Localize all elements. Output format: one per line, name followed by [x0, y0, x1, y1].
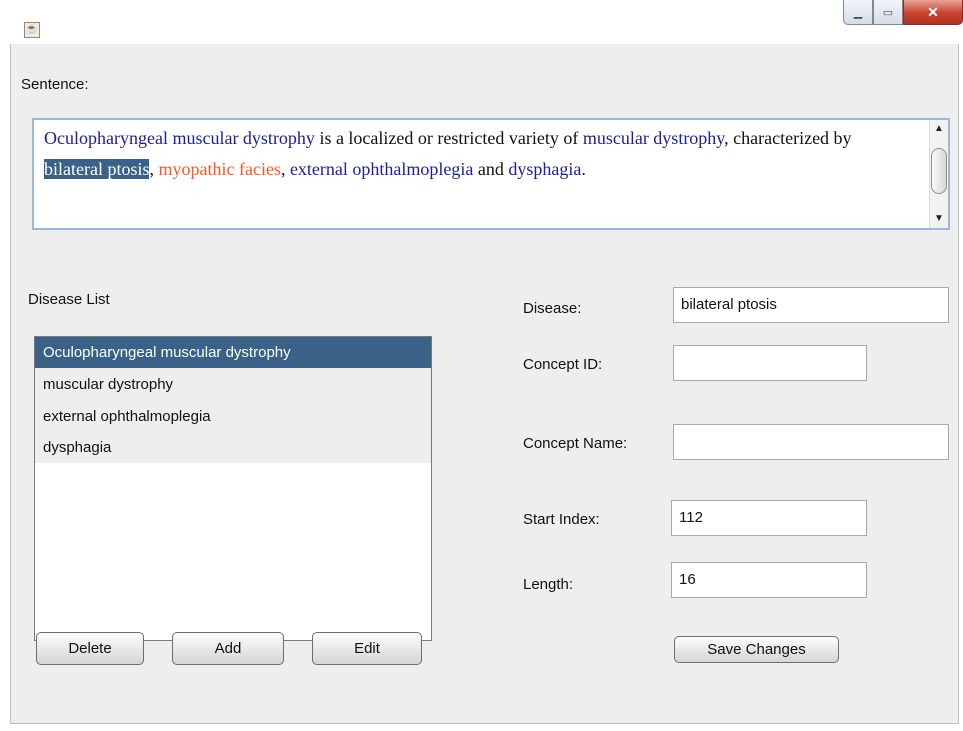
sentence-text-area[interactable]: Oculopharyngeal muscular dystrophy is a …	[32, 118, 950, 230]
entity-mention[interactable]: muscular dystrophy	[583, 128, 724, 148]
list-item[interactable]: Oculopharyngeal muscular dystrophy	[35, 337, 431, 368]
selected-mention[interactable]: bilateral ptosis	[44, 159, 150, 179]
sentence-fragment: is a localized or restricted variety of	[314, 128, 583, 148]
start-index-field[interactable]: 112	[671, 500, 867, 536]
start-index-label: Start Index:	[523, 511, 600, 528]
entity-mention[interactable]: Oculopharyngeal muscular dystrophy	[44, 128, 315, 148]
save-changes-button[interactable]: Save Changes	[674, 636, 839, 663]
scroll-up-icon[interactable]: ▲	[930, 120, 948, 138]
entity-mention[interactable]: dysphagia	[508, 159, 581, 179]
scroll-down-icon[interactable]: ▼	[930, 210, 948, 228]
concept-id-label: Concept ID:	[523, 356, 603, 373]
java-cup-icon: ☕	[24, 22, 40, 38]
concept-name-field[interactable]	[673, 424, 949, 460]
list-item[interactable]: dysphagia	[35, 432, 431, 463]
list-item[interactable]: external ophthalmoplegia	[35, 401, 431, 432]
add-button[interactable]: Add	[172, 632, 284, 665]
maximize-icon[interactable]: ▭	[873, 0, 903, 25]
window-controls: ▁ ▭ ✕	[843, 0, 963, 32]
sentence-scrollbar[interactable]: ▲ ▼	[929, 120, 948, 228]
delete-button[interactable]: Delete	[36, 632, 144, 665]
title-bar[interactable]: ☕ ▁ ▭ ✕	[10, 0, 963, 44]
sentence-label: Sentence:	[21, 76, 89, 93]
concept-id-field[interactable]	[673, 345, 867, 381]
list-item[interactable]: muscular dystrophy	[35, 368, 431, 401]
length-label: Length:	[523, 576, 574, 593]
scrollbar-thumb[interactable]	[931, 148, 947, 194]
close-icon[interactable]: ✕	[903, 0, 963, 25]
sentence-fragment: and	[473, 159, 509, 179]
sentence-fragment: , characterized by	[724, 128, 852, 148]
sentence-fragment: ,	[280, 159, 290, 179]
disease-list-label: Disease List	[28, 291, 110, 308]
length-field[interactable]: 16	[671, 562, 867, 598]
disease-field-label: Disease:	[523, 300, 582, 317]
disease-field[interactable]: bilateral ptosis	[673, 287, 949, 323]
sentence-fragment: .	[581, 159, 586, 179]
sentence-text[interactable]: Oculopharyngeal muscular dystrophy is a …	[44, 123, 914, 185]
entity-mention[interactable]: external ophthalmoplegia	[290, 159, 473, 179]
disease-list[interactable]: Oculopharyngeal muscular dystrophy muscu…	[34, 336, 432, 641]
concept-name-label: Concept Name:	[523, 435, 628, 452]
client-area: Sentence: Oculopharyngeal muscular dystr…	[10, 44, 959, 724]
app-window: ☕ ▁ ▭ ✕ Sentence: Oculopharyngeal muscul…	[10, 0, 963, 730]
highlighted-mention[interactable]: myopathic facies	[158, 159, 280, 179]
minimize-icon[interactable]: ▁	[843, 0, 873, 25]
edit-button[interactable]: Edit	[312, 632, 422, 665]
